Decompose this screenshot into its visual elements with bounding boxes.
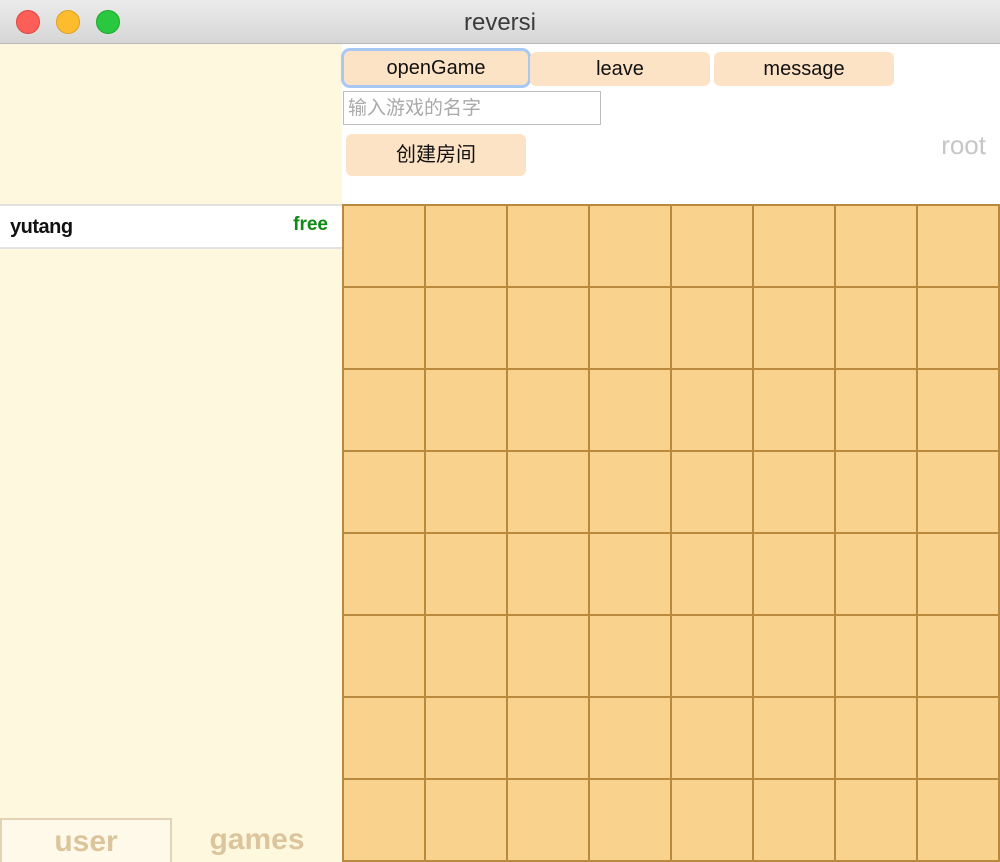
board-grid-line: [752, 206, 754, 862]
board-grid-line: [834, 206, 836, 862]
game-name-input[interactable]: [343, 91, 601, 125]
user-panel: yutang free user games: [0, 44, 342, 862]
open-game-button[interactable]: openGame: [344, 51, 528, 85]
user-status: free: [293, 214, 328, 235]
game-board[interactable]: [342, 204, 1000, 862]
board-grid-line: [588, 206, 590, 862]
board-grid-line: [670, 206, 672, 862]
leave-button[interactable]: leave: [530, 52, 710, 86]
board-grid-line: [344, 696, 1000, 698]
board-grid-line: [916, 206, 918, 862]
user-list-item[interactable]: yutang free: [0, 204, 342, 249]
user-name: yutang: [10, 216, 73, 238]
board-grid-line: [344, 614, 1000, 616]
board-grid-line: [424, 206, 426, 862]
board-grid-line: [344, 286, 1000, 288]
create-room-button[interactable]: 创建房间: [346, 134, 526, 176]
board-grid-line: [506, 206, 508, 862]
board-grid-line: [344, 368, 1000, 370]
board-grid-line: [344, 778, 1000, 780]
current-user-label: root: [941, 130, 986, 160]
tab-user[interactable]: user: [0, 818, 172, 862]
board-grid-line: [344, 532, 1000, 534]
board-grid-line: [344, 450, 1000, 452]
title-bar: reversi: [0, 0, 1000, 44]
window-title: reversi: [463, 9, 536, 36]
message-button[interactable]: message: [714, 52, 894, 86]
tab-games[interactable]: games: [172, 818, 342, 862]
